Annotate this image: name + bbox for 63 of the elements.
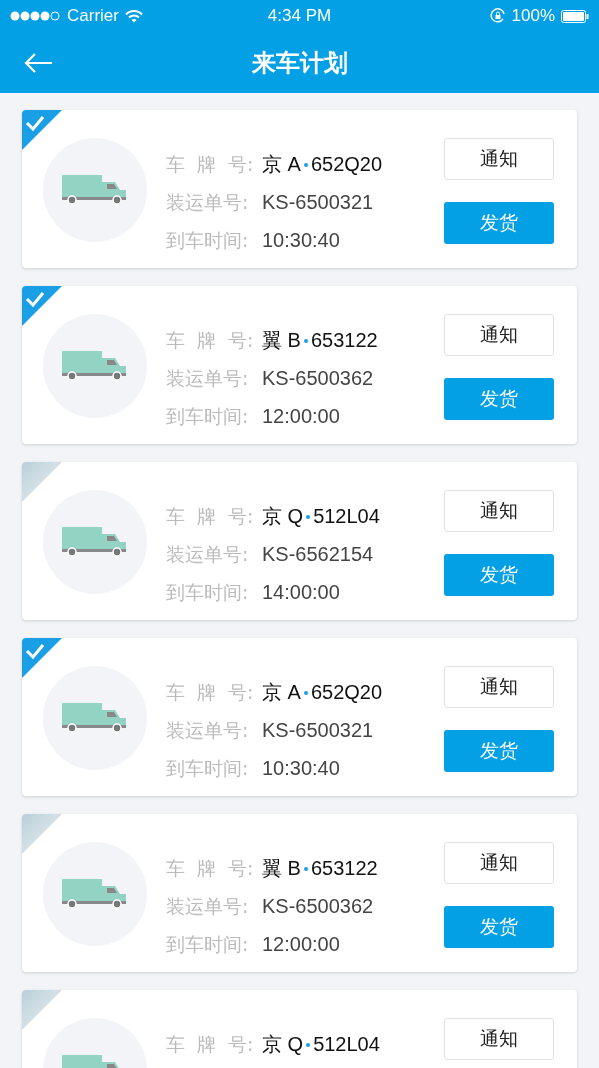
truck-icon	[62, 879, 128, 909]
arrival-time: 10:30:40	[262, 757, 340, 780]
plate-number: 京 A 652Q20	[262, 152, 383, 177]
field-label: 到车时间:	[166, 579, 250, 605]
truck-icon	[62, 351, 128, 381]
arrival-time: 14:00:00	[262, 581, 340, 604]
arrival-time: 12:00:00	[262, 933, 340, 956]
signal-icon	[10, 11, 61, 21]
plate-number: 京 Q 512L04	[262, 1032, 380, 1057]
battery-icon	[561, 9, 589, 23]
field-label: 车 牌 号:	[166, 327, 255, 353]
shipment-card[interactable]: 车 牌 号: 翼 B 653122 装运单号: KS-6500362 到车时间: 12:00:00 通知 发货	[22, 814, 577, 972]
waybill-number: KS-6562154	[262, 543, 374, 566]
field-label: 装运单号:	[166, 893, 250, 919]
arrival-time: 12:00:00	[262, 405, 340, 428]
waybill-number: KS-6500362	[262, 895, 374, 918]
field-label: 车 牌 号:	[166, 855, 255, 881]
page-title: 来车计划	[251, 47, 348, 79]
notify-button[interactable]: 通知	[444, 842, 554, 884]
notify-button[interactable]: 通知	[444, 138, 554, 180]
corner-icon[interactable]	[22, 814, 62, 854]
shipment-card[interactable]: 车 牌 号: 京 A 652Q20 装运单号: KS-6500321 到车时间: 10:30:40 通知 发货	[22, 638, 577, 796]
field-label: 车 牌 号:	[166, 679, 255, 705]
battery-percent: 100%	[511, 6, 555, 26]
corner-icon[interactable]	[22, 462, 62, 502]
shipment-card[interactable]: 车 牌 号: 翼 B 653122 装运单号: KS-6500362 到车时间: 12:00:00 通知 发货	[22, 286, 577, 444]
shipment-card[interactable]: 车 牌 号: 京 A 652Q20 装运单号: KS-6500321 到车时间: 10:30:40 通知 发货	[22, 110, 577, 268]
carrier-name: Carrier	[67, 6, 119, 26]
check-corner-icon[interactable]	[22, 638, 62, 678]
rotation-lock-icon	[489, 8, 506, 24]
wifi-icon	[124, 9, 143, 23]
arrival-time: 10:30:40	[262, 229, 340, 252]
status-time: 4:34 PM	[266, 6, 333, 26]
corner-icon[interactable]	[22, 990, 62, 1030]
field-label: 到车时间:	[166, 403, 250, 429]
field-label: 到车时间:	[166, 931, 250, 957]
field-label: 装运单号:	[166, 717, 250, 743]
truck-icon	[62, 527, 128, 557]
notify-button[interactable]: 通知	[444, 490, 554, 532]
field-label: 车 牌 号:	[166, 1031, 255, 1057]
plate-number: 京 A 652Q20	[262, 680, 383, 705]
check-corner-icon[interactable]	[22, 286, 62, 326]
field-label: 到车时间:	[166, 227, 250, 253]
truck-icon	[62, 175, 128, 205]
field-label: 车 牌 号:	[166, 503, 255, 529]
check-corner-icon[interactable]	[22, 110, 62, 150]
field-label: 车 牌 号:	[166, 151, 255, 177]
notify-button[interactable]: 通知	[444, 314, 554, 356]
shipment-card[interactable]: 车 牌 号: 京 Q 512L04 装运单号: KS-6562154 到车时间: 14:00:00 通知 发货	[22, 462, 577, 620]
plate-number: 翼 B 653122	[262, 856, 378, 881]
waybill-number: KS-6500321	[262, 719, 374, 742]
field-label: 装运单号:	[166, 189, 250, 215]
truck-icon	[62, 703, 128, 733]
field-label: 到车时间:	[166, 755, 250, 781]
field-label: 装运单号:	[166, 365, 250, 391]
waybill-number: KS-6500321	[262, 191, 374, 214]
shipment-card[interactable]: 车 牌 号: 京 Q 512L04 通知	[22, 990, 577, 1068]
plate-number: 京 Q 512L04	[262, 504, 380, 529]
notify-button[interactable]: 通知	[444, 666, 554, 708]
notify-button[interactable]: 通知	[444, 1018, 554, 1060]
waybill-number: KS-6500362	[262, 367, 374, 390]
field-label: 装运单号:	[166, 541, 250, 567]
plate-number: 翼 B 653122	[262, 328, 378, 353]
